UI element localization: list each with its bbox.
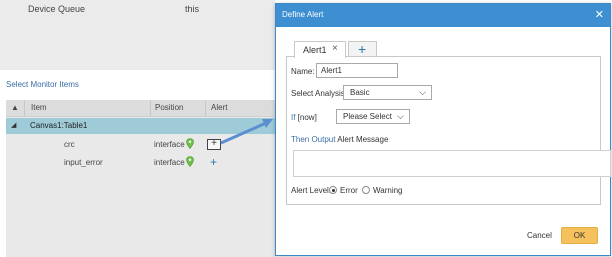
analysis-label: Select Analysis (291, 89, 345, 98)
chevron-down-icon: ⌵ (397, 111, 404, 121)
name-input[interactable] (316, 63, 398, 78)
alert-settings-panel (286, 57, 601, 205)
ok-button[interactable]: OK (561, 227, 598, 244)
chevron-down-icon: ⌵ (419, 87, 426, 97)
define-alert-dialog: Define Alert ✕ Alert1 × + Name: Select A… (275, 3, 611, 256)
tab-alert1[interactable]: Alert1 × (294, 41, 346, 58)
dialog-header: Define Alert ✕ (276, 4, 610, 27)
alert-message-textarea[interactable] (293, 150, 611, 177)
cancel-button[interactable]: Cancel (527, 231, 552, 240)
alert-tab-strip: Alert1 × + (286, 39, 601, 58)
add-tab-button[interactable]: + (348, 41, 377, 57)
analysis-select[interactable]: Basic ⌵ (343, 85, 432, 100)
then-output-link[interactable]: Then Output (291, 135, 335, 144)
if-now-label: [now] (297, 113, 317, 122)
tab-close-icon[interactable]: × (332, 43, 338, 54)
condition-placeholder: Please Select (343, 112, 392, 121)
if-label: If [now] (291, 113, 317, 122)
warning-radio[interactable] (362, 186, 370, 194)
analysis-value: Basic (350, 88, 370, 97)
name-label: Name: (291, 67, 315, 76)
error-radio[interactable] (329, 186, 337, 194)
close-icon[interactable]: ✕ (595, 8, 604, 21)
error-radio-label: Error (340, 186, 358, 195)
alert-level-label: Alert Level: (291, 186, 332, 195)
tab-label: Alert1 (303, 45, 327, 55)
alert-message-label: Alert Message (337, 135, 389, 144)
warning-radio-label: Warning (373, 186, 403, 195)
condition-select[interactable]: Please Select ⌵ (336, 109, 410, 124)
then-output-label: Then Output Alert Message (291, 135, 388, 144)
dialog-title: Define Alert (282, 10, 324, 19)
if-link[interactable]: If (291, 113, 295, 122)
add-tab-icon: + (358, 41, 367, 57)
